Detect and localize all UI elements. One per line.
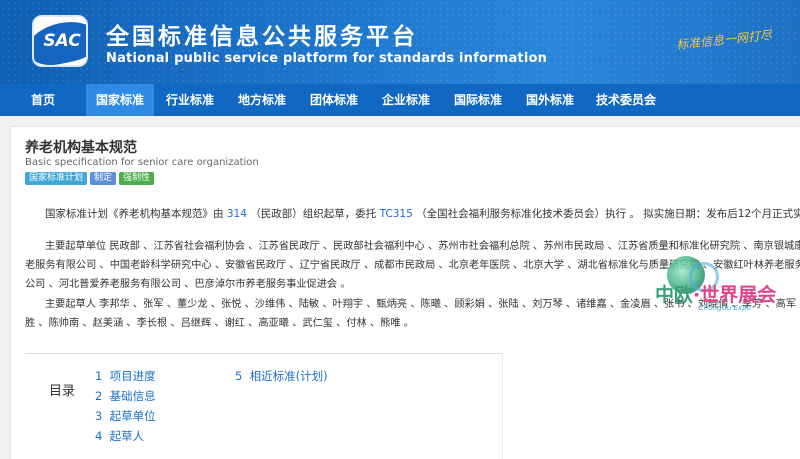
- sac-logo[interactable]: SAC: [32, 15, 88, 67]
- nav-industry-standard[interactable]: 行业标准: [154, 84, 226, 116]
- tag-mandatory: 强制性: [119, 172, 155, 185]
- standard-title-en: Basic specification for senior care orga…: [25, 157, 259, 168]
- expo-name: 中欧·世界展会: [655, 284, 777, 306]
- nav-home[interactable]: 首页: [0, 84, 86, 116]
- nav-international-standard[interactable]: 国际标准: [442, 84, 514, 116]
- nav-foreign-standard[interactable]: 国外标准: [514, 84, 586, 116]
- expo-watermark-logo: 中欧·世界展会 ZhongOu Expo: [645, 250, 777, 333]
- toc-item-similar-standards[interactable]: 5 相近标准(计划): [235, 368, 328, 384]
- toc-item-basic-info[interactable]: 2 基础信息: [95, 388, 156, 404]
- expo-en-name: ZhongOu Expo: [699, 304, 751, 312]
- nav-enterprise-standard[interactable]: 企业标准: [370, 84, 442, 116]
- toc-label: 目录: [49, 384, 76, 399]
- site-header: SAC 全国标准信息公共服务平台 National public service…: [0, 0, 800, 84]
- plan-text-mid: （民政部）组织起草，委托: [250, 208, 377, 220]
- main-nav: 首页 国家标准 行业标准 地方标准 团体标准 企业标准 国际标准 国外标准 技术…: [0, 84, 800, 116]
- toc-item-progress[interactable]: 1 项目进度: [95, 368, 156, 384]
- committee-link[interactable]: TC315: [380, 208, 413, 220]
- site-subtitle: National public service platform for sta…: [106, 51, 548, 66]
- nav-group-standard[interactable]: 团体标准: [298, 84, 370, 116]
- nav-technical-committee[interactable]: 技术委员会: [586, 84, 666, 116]
- nav-local-standard[interactable]: 地方标准: [226, 84, 298, 116]
- toc-item-drafting-units[interactable]: 3 起草单位: [95, 408, 156, 424]
- plan-text-prefix: 国家标准计划《养老机构基本规范》由: [45, 208, 224, 220]
- site-title: 全国标准信息公共服务平台: [106, 24, 418, 50]
- toc-item-drafters[interactable]: 4 起草人: [95, 428, 144, 444]
- ministry-link[interactable]: 314: [227, 208, 247, 220]
- tag-formulate: 制定: [90, 172, 117, 185]
- standard-tags: 国家标准计划 制定 强制性: [25, 172, 155, 185]
- tag-plan: 国家标准计划: [25, 172, 88, 185]
- standard-title: 养老机构基本规范: [25, 140, 137, 156]
- table-of-contents: 目录 1 项目进度 2 基础信息 3 起草单位 4 起草人 5 相近标准(计划): [25, 353, 503, 459]
- plan-paragraph: 国家标准计划《养老机构基本规范》由 314 （民政部）组织起草，委托 TC315…: [45, 205, 800, 224]
- nav-national-standard[interactable]: 国家标准: [86, 84, 154, 116]
- plan-text-suffix: （全国社会福利服务标准化技术委员会）执行 。 拟实施日期：发布后12个月正式实施…: [416, 208, 800, 220]
- logo-text: SAC: [43, 31, 81, 51]
